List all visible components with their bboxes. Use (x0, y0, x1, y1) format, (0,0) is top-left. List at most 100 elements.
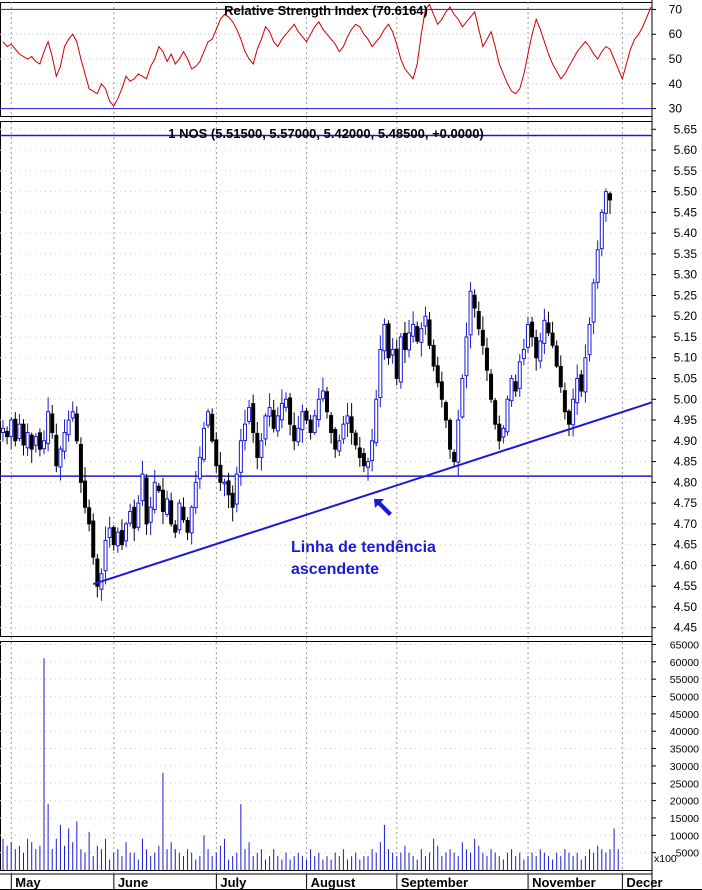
candle-body (337, 440, 342, 452)
candle-body (571, 398, 576, 426)
price-tick-label: 5.45 (674, 205, 698, 219)
candle-body (538, 340, 543, 362)
candle-body (124, 523, 129, 542)
month-label: June (118, 875, 148, 890)
candle-body (443, 402, 448, 421)
candle-body (386, 323, 391, 359)
candle-body (329, 415, 334, 433)
candle-body (9, 419, 14, 438)
candle-body (144, 477, 149, 525)
candle-body (480, 329, 485, 346)
volume-tick-label: 40000 (670, 726, 699, 738)
month-label: July (220, 875, 247, 890)
candle-body (242, 423, 247, 441)
candle-body (46, 411, 51, 445)
rsi-axis-ticks: 30 40 50 60 70 (652, 2, 683, 116)
price-tick-label: 5.30 (674, 268, 698, 282)
volume-tick-label: 15000 (670, 813, 699, 825)
candle-body (62, 431, 67, 452)
price-tick-label: 5.60 (674, 143, 698, 157)
price-tick-label: 5.20 (674, 309, 698, 323)
price-tick-label: 5.35 (674, 247, 698, 261)
price-title: 1 NOS (5.51500, 5.57000, 5.42000, 5.4850… (168, 126, 484, 141)
candle-body (550, 332, 555, 346)
volume-tick-label: 5000 (676, 848, 700, 860)
candle-body (288, 397, 293, 425)
price-tick-label: 4.65 (674, 538, 698, 552)
candle-body (472, 294, 477, 309)
candle-body (333, 429, 338, 450)
volume-tick-label: 45000 (670, 709, 699, 721)
candle-body (263, 415, 268, 440)
candle-body (66, 419, 71, 436)
volume-tick-label: 65000 (670, 639, 699, 651)
candle-body (501, 427, 506, 438)
volume-scale-label: x100 (654, 853, 677, 865)
rsi-tick-label: 30 (669, 102, 683, 116)
candle-body (234, 473, 239, 505)
price-tick-label: 4.95 (674, 413, 698, 427)
candle-body (238, 440, 243, 473)
candle-body (345, 415, 350, 424)
candle-body (132, 506, 137, 529)
candle-body (275, 415, 280, 432)
candle-body (218, 464, 223, 483)
candle-body (587, 324, 592, 356)
price-tick-label: 5.00 (674, 392, 698, 406)
price-axis-ticks: 4.45 4.50 4.55 4.60 4.65 4.70 4.75 4.80 4.85 4.90… (652, 122, 698, 635)
candle-body (222, 481, 227, 485)
candle-body (255, 432, 260, 458)
candle-body (484, 347, 489, 371)
candle-body (37, 432, 42, 450)
candle-body (497, 423, 502, 442)
candle-body (17, 423, 22, 439)
candle-body (283, 398, 288, 408)
price-tick-label: 4.85 (674, 455, 698, 469)
candle-body (493, 400, 498, 425)
price-panel: 4.45 4.50 4.55 4.60 4.65 4.70 4.75 4.80 4.85 4.90… (0, 122, 698, 635)
annotation-text-line-2: ascendente (291, 561, 379, 578)
candle-body (390, 348, 395, 356)
price-tick-label: 5.55 (674, 164, 698, 178)
candle-body (177, 502, 182, 531)
volume-tick-label: 55000 (670, 674, 699, 686)
candle-body (181, 506, 186, 521)
candle-body (349, 416, 354, 433)
candle-body (525, 324, 530, 348)
candle-body (160, 489, 165, 512)
candle-body (603, 191, 608, 214)
candle-body (530, 321, 535, 338)
price-tick-label: 4.60 (674, 558, 698, 572)
candle-body (378, 348, 383, 399)
candle-body (21, 423, 26, 446)
candle-body (419, 328, 424, 343)
candle-body (259, 440, 264, 458)
candle-body (169, 500, 174, 525)
volume-panel: 5000 10000 15000 20000 25000 30000 35000 40000 4… (2, 639, 700, 870)
candle-body (370, 440, 375, 462)
volume-bars (2, 658, 619, 870)
candle-body (214, 439, 219, 467)
candle-body (292, 425, 297, 442)
candle-body (210, 413, 215, 442)
candle-body (152, 481, 157, 510)
candle-body (115, 531, 120, 547)
candle-body (562, 390, 567, 413)
candle-body (78, 444, 83, 483)
candle-body (201, 427, 206, 460)
month-label: May (15, 875, 41, 890)
candle-body (206, 411, 211, 426)
candle-body (119, 530, 124, 546)
candle-body (251, 403, 256, 433)
candle-body (83, 480, 88, 508)
candle-body (29, 434, 34, 450)
candle-body (156, 485, 161, 492)
candle-body (230, 492, 235, 508)
candle-body (13, 418, 18, 442)
rsi-title: Relative Strength Index (70.6164) (224, 3, 428, 18)
stock-chart: 30 40 50 60 70 Relative Strength Index (70.6… (0, 0, 702, 890)
candle-body (58, 448, 63, 468)
candle-body (456, 419, 461, 463)
candle-body (320, 390, 325, 400)
candle-body (111, 527, 116, 546)
